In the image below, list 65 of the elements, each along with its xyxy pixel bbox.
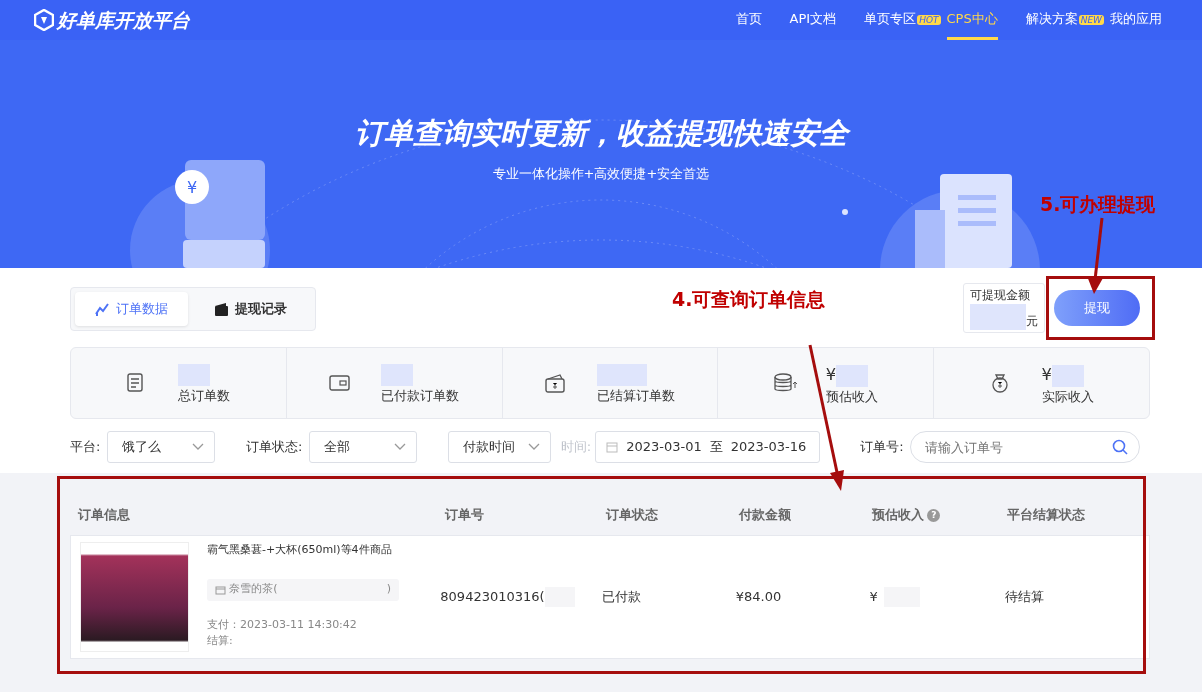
hero-title: 订单查询实时更新，收益提现快速安全 [0,40,1202,156]
platform-select[interactable]: 饿了么 [106,431,215,463]
column-header: 预估收入 [872,506,925,525]
filter-label: 订单号: [860,438,904,457]
filter-label: 时间: [560,438,592,457]
badge-label: NEW [1078,14,1104,25]
chevron-down-icon [393,443,406,451]
redacted-block [1051,365,1084,388]
status-select[interactable]: 全部 [308,431,417,463]
redacted-block [970,304,1026,330]
filter-label: 平台: [70,438,101,457]
withdrawable-label: 可提现金额 [970,287,1031,304]
column-header: 订单状态 [606,506,659,525]
tab[interactable]: 提现记录 [194,292,307,326]
tab[interactable]: 订单数据 [75,292,188,326]
stat-label: 实际收入 [1041,388,1094,407]
settlement-status: 待结算 [1005,588,1046,607]
payment-time: 支付：2023-03-11 14:30:42 [207,616,358,633]
column-header: 平台结算状态 [1007,506,1086,525]
redacted-block [381,364,414,387]
currency-symbol: ¥ [825,364,837,387]
nav-link[interactable]: API文档 [789,0,837,41]
stat-label: 已付款订单数 [381,387,460,406]
badge-label: HOT [917,14,941,25]
filter-label: 订单状态: [245,438,303,457]
chevron-down-icon [191,443,204,451]
nav-link[interactable]: 我的应用 [1110,0,1162,41]
logo-icon [34,9,54,31]
order-number: 809423010316( [440,588,545,607]
redacted-block [836,365,869,388]
product-title: 霸气黑桑葚-+大杯(650ml)等4件商品 [207,542,393,558]
column-header: 付款金额 [739,506,792,525]
column-header: 订单信息 [78,506,130,525]
payment-amount: ¥84.00 [735,588,783,607]
order-status: 已付款 [602,588,643,607]
column-header: 订单号 [445,506,485,525]
time-type-select[interactable]: 付款时间 [447,431,551,463]
help-icon: ? [927,508,941,522]
chevron-down-icon [527,443,540,451]
wallet-icon [214,300,229,317]
estimated-income: ¥ [869,588,878,607]
redacted-block [597,364,647,387]
settlement-time: 结算: [207,633,234,649]
search-icon [1112,439,1129,455]
nav-link[interactable]: 首页 [735,0,762,41]
nav-link[interactable]: 解决方案 NEW [1025,0,1104,41]
coin-stack-icon [773,373,798,393]
withdraw-button[interactable]: 提现 [1054,290,1140,326]
currency-unit: 元 [1026,313,1038,330]
nav-link[interactable]: 单页专区 HOT [864,0,941,41]
stat-label: 已结算订单数 [597,387,675,406]
annotation-text: 4.可查询订单信息 [672,287,826,312]
logo-text: 好单库开放平台 [57,7,191,33]
hero-subtitle: 专业一体化操作+高效便捷+安全首选 [491,164,711,183]
stat-label: 预估收入 [825,388,878,407]
annotation-text: 5.可办理提现 [1040,192,1156,217]
date-range-field[interactable]: 2023-03-01 至 2023-03-16 [595,431,821,463]
redacted-block [178,364,211,387]
calendar-icon [606,441,619,453]
currency-symbol: ¥ [1041,364,1052,387]
shop-name: 奈雪的茶( [229,581,278,598]
shop-name-end: ) [386,581,391,598]
shop-icon [215,584,226,595]
order-search-field[interactable]: 请输入订单号 [910,431,1141,463]
stat-label: 总订单数 [178,387,231,406]
